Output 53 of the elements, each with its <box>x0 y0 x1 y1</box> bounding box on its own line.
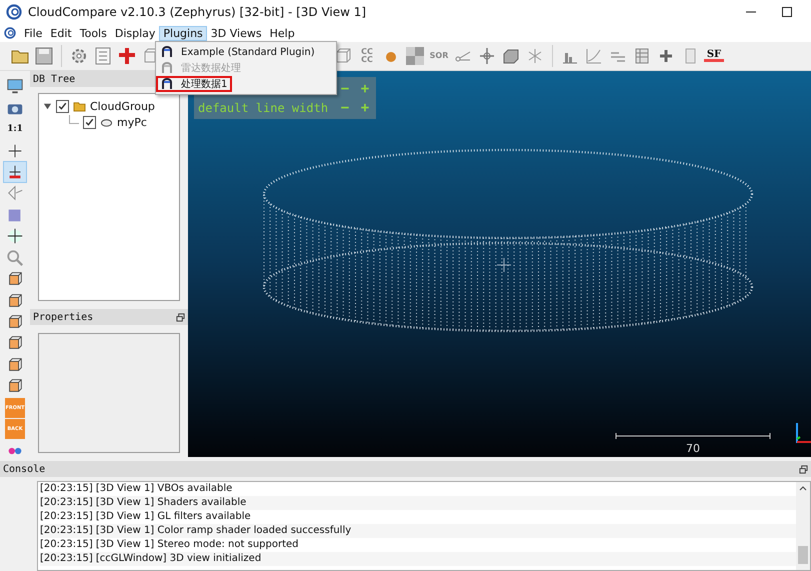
view-tool-button[interactable] <box>4 162 26 182</box>
move-icon[interactable] <box>477 46 497 66</box>
plugin-icon <box>161 62 173 74</box>
app-logo-icon <box>4 27 16 39</box>
maximize-icon[interactable] <box>781 6 793 18</box>
panel-title: DB Tree <box>33 74 76 84</box>
menu-item[interactable]: Help <box>266 26 299 40</box>
log-line: [20:23:15] [3D View 1] GL filters available <box>40 510 252 524</box>
menu-item[interactable]: Example (Standard Plugin) <box>156 44 320 60</box>
panel-title: Properties <box>33 312 94 322</box>
checkbox[interactable] <box>83 116 96 128</box>
tree-item[interactable]: CloudGroup <box>90 100 155 112</box>
crosshair-icon <box>497 258 511 272</box>
menu-item[interactable]: 处理数据1 <box>156 76 232 92</box>
cross-icon[interactable] <box>117 46 137 66</box>
plugin-icon <box>161 46 173 58</box>
gear-icon[interactable] <box>69 46 89 66</box>
window-title: CloudCompare v2.10.3 (Zephyrus) [32-bit] - [3D View 1] <box>28 5 368 19</box>
overlay-label: default line width <box>198 100 330 114</box>
plus-icon <box>6 142 24 160</box>
plugin-icon <box>161 78 173 90</box>
cube-icon <box>6 356 24 374</box>
panel-title: Console <box>3 464 46 474</box>
log-line: [20:23:15] [3D View 1] VBOs available <box>40 482 234 496</box>
cube-icon <box>6 292 24 310</box>
perspective-icon <box>6 184 24 202</box>
menu-item[interactable]: File <box>20 26 46 40</box>
list-icon[interactable] <box>93 46 113 66</box>
tree-item[interactable]: myPc <box>117 116 147 128</box>
menu-item[interactable]: 3D Views <box>206 26 266 40</box>
scrollbar[interactable] <box>796 482 810 570</box>
log-line: [20:23:15] [3D View 1] Stereo mode: not supported <box>40 538 300 552</box>
view-tool-button[interactable]: 1:1 <box>4 118 26 140</box>
scale-label: 70 <box>686 442 700 455</box>
move-icon <box>6 227 24 246</box>
expand-arrow-icon[interactable] <box>43 102 52 110</box>
checkerboard-icon[interactable] <box>405 46 425 66</box>
curve-chart-icon[interactable] <box>584 46 604 66</box>
menu-item[interactable]: Plugins <box>159 26 207 40</box>
cloud-icon <box>100 116 113 128</box>
checkbox[interactable] <box>56 100 69 112</box>
undock-icon[interactable] <box>799 464 808 474</box>
app-logo-icon <box>6 4 22 20</box>
toolbar-button[interactable]: SF <box>704 50 724 62</box>
axes-icon <box>795 421 811 445</box>
menu-item[interactable]: Tools <box>76 26 111 40</box>
scrollbar-thumb[interactable] <box>798 546 808 564</box>
menu-item[interactable]: Display <box>110 26 160 40</box>
menu-item[interactable]: Edit <box>46 26 76 40</box>
monitor-icon <box>6 77 24 96</box>
undock-icon[interactable] <box>176 312 185 322</box>
folder-icon <box>73 100 86 112</box>
zoom-icon <box>6 248 24 267</box>
